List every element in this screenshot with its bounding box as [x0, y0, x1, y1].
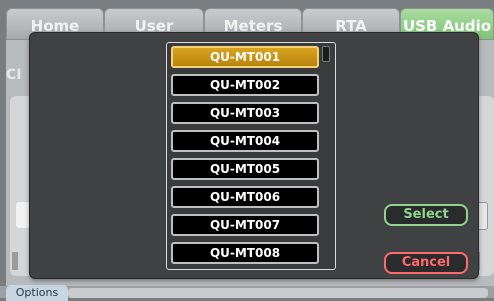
list-item[interactable]: QU-MT006: [171, 186, 319, 208]
select-button[interactable]: Select: [384, 204, 468, 226]
list-item[interactable]: QU-MT005: [171, 158, 319, 180]
cancel-button[interactable]: Cancel: [384, 252, 468, 274]
list-item[interactable]: QU-MT004: [171, 130, 319, 152]
list-item[interactable]: QU-MT003: [171, 102, 319, 124]
list-item[interactable]: QU-MT007: [171, 214, 319, 236]
background-side-label: CI: [6, 67, 22, 83]
background-left-slider: [12, 252, 18, 270]
list-scrollbar[interactable]: [322, 46, 330, 62]
bottom-track: [68, 288, 488, 298]
list-item[interactable]: QU-MT001: [171, 46, 319, 68]
list-item[interactable]: QU-MT002: [171, 74, 319, 96]
background-left-control: [16, 202, 30, 228]
list-item[interactable]: QU-MT008: [171, 242, 319, 264]
options-tab[interactable]: Options: [6, 285, 68, 301]
